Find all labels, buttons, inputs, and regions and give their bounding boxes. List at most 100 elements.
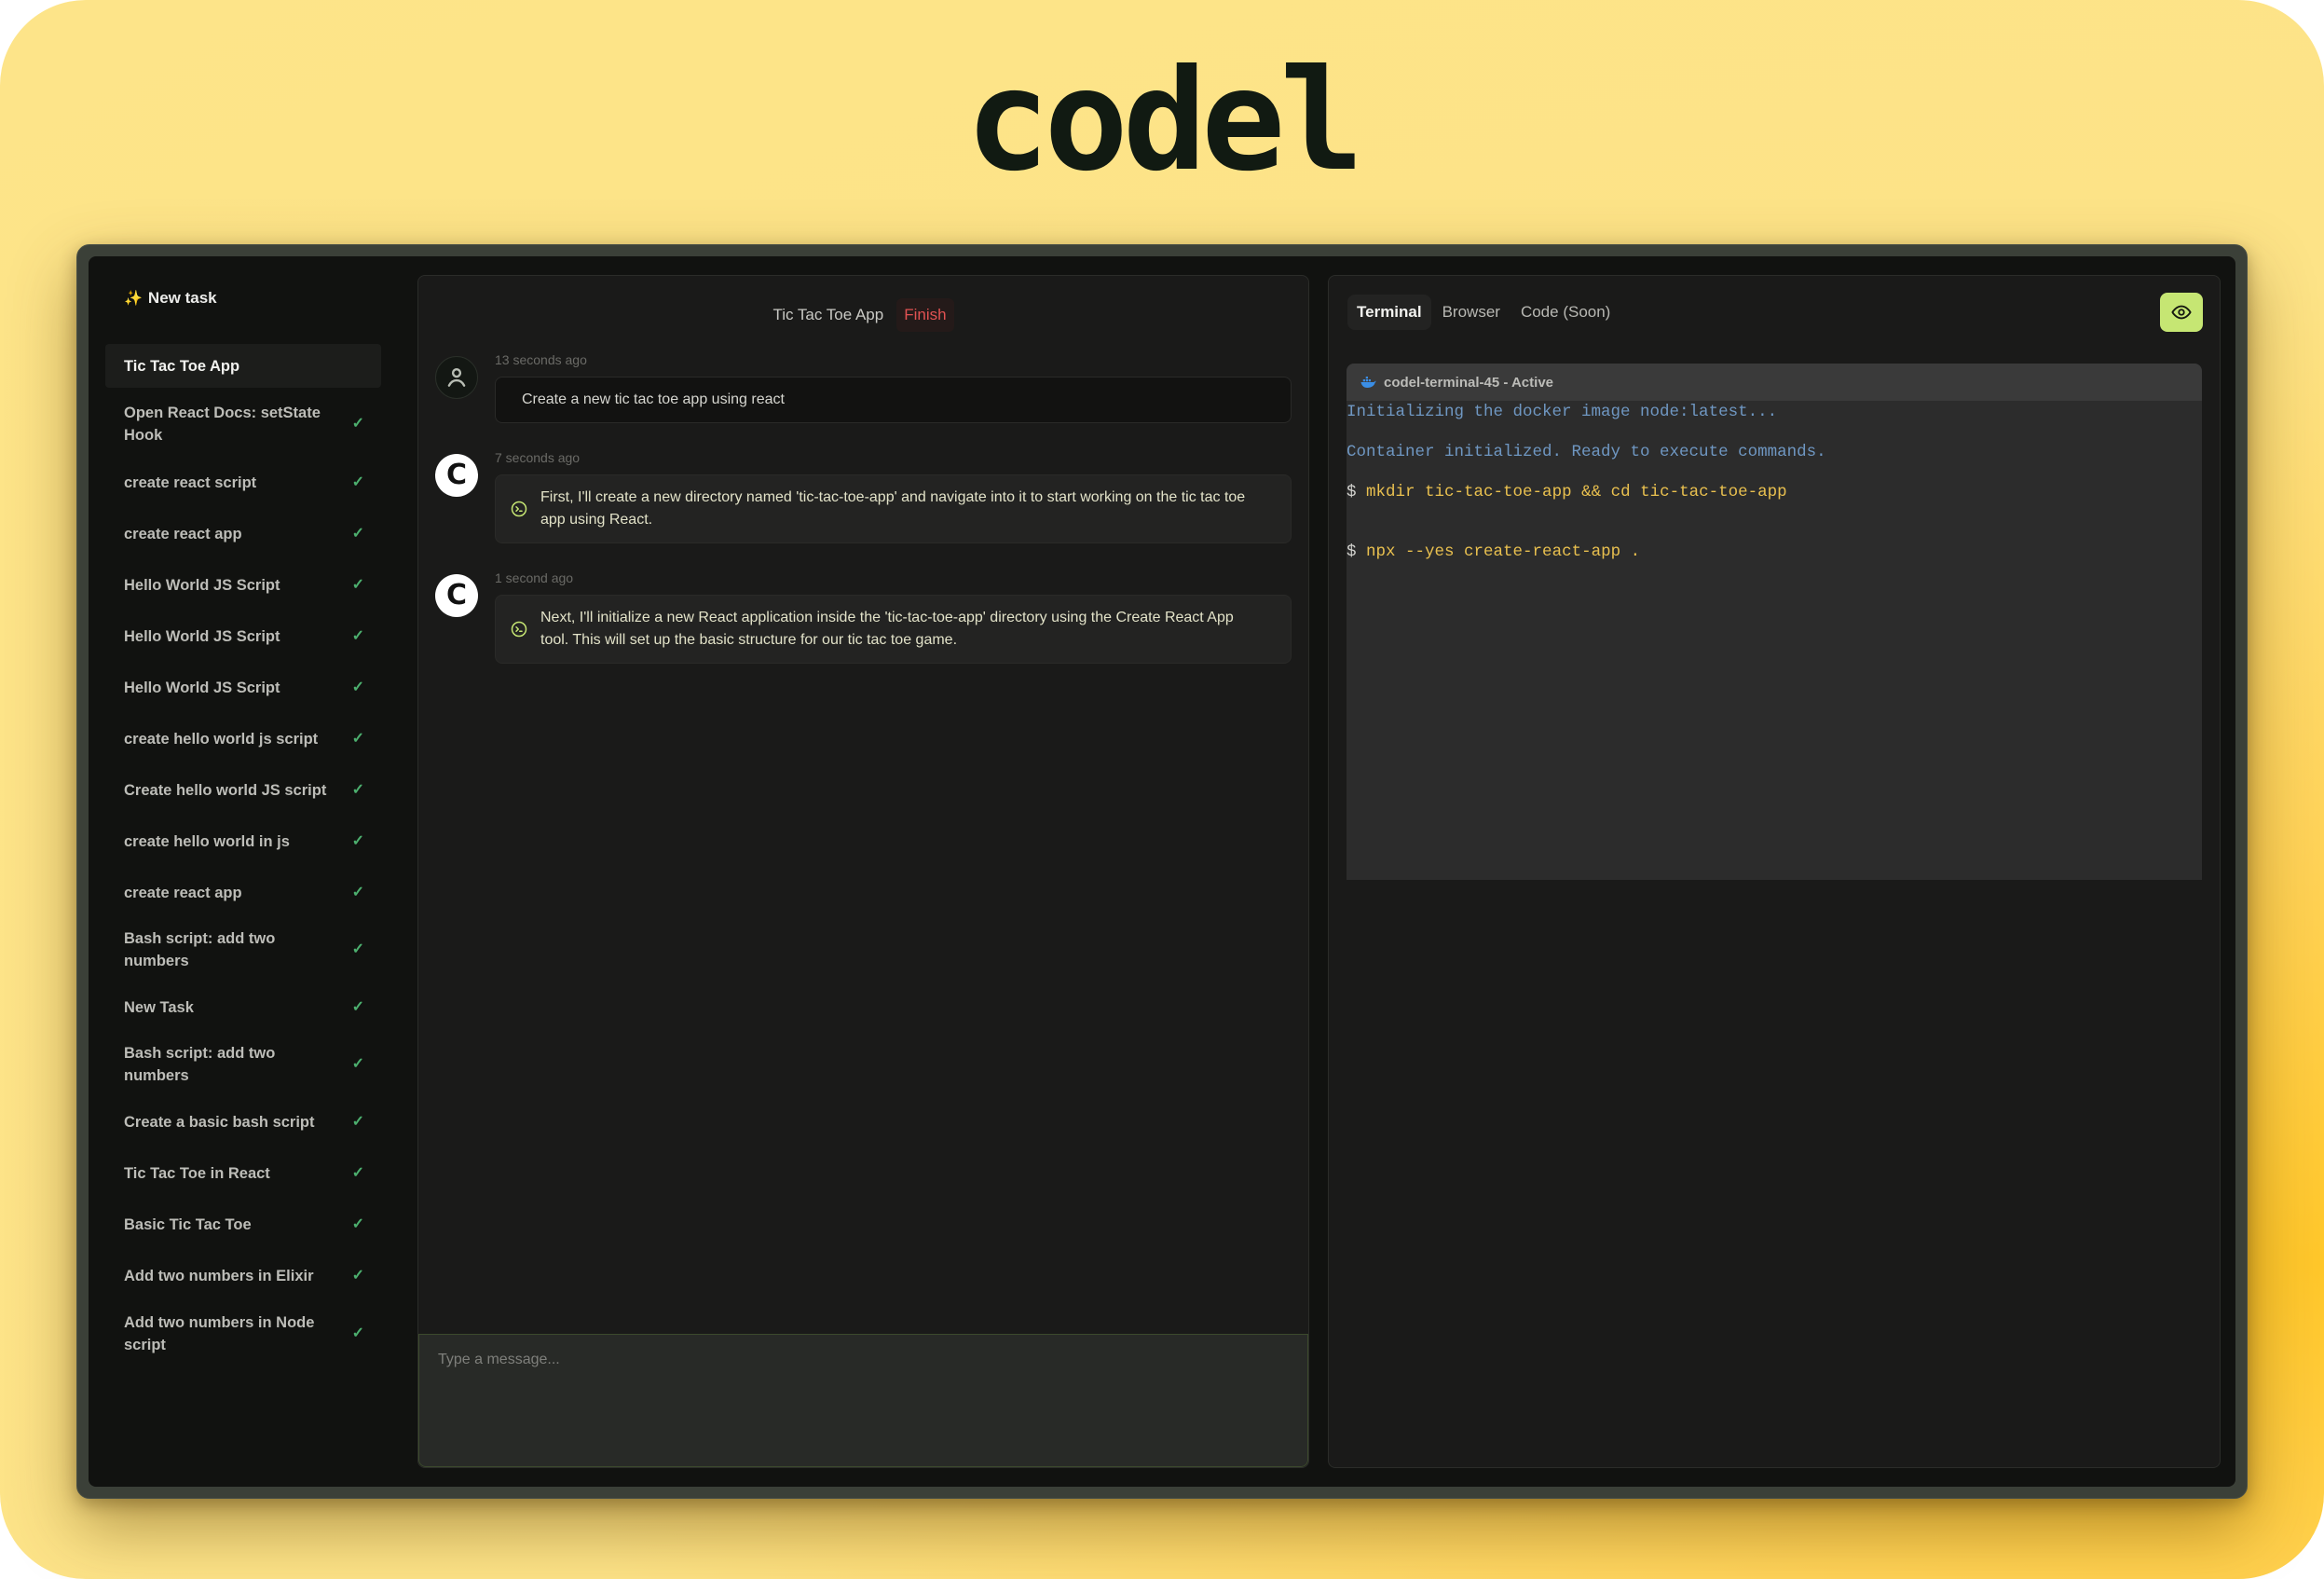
task-item[interactable]: Open React Docs: setState Hook ✓ <box>105 395 381 453</box>
check-icon: ✓ <box>351 998 364 1015</box>
task-label: create react app <box>124 525 242 542</box>
terminal[interactable]: codel-terminal-45 - Active Initializing … <box>1347 364 2202 880</box>
message-bubble: First, I'll create a new directory named… <box>495 474 1292 543</box>
terminal-line: Initializing the docker image node:lates… <box>1347 403 1778 421</box>
check-icon: ✓ <box>351 832 364 849</box>
task-item[interactable]: Bash script: add two numbers ✓ <box>105 922 381 978</box>
assistant-avatar: C <box>435 574 478 617</box>
message-bubble: Create a new tic tac toe app using react <box>495 377 1292 423</box>
task-label: Hello World JS Script <box>124 627 280 645</box>
check-icon: ✓ <box>351 1164 364 1181</box>
terminal-title: codel-terminal-45 - Active <box>1384 374 1553 391</box>
tab-browser[interactable]: Browser <box>1433 295 1510 330</box>
task-item[interactable]: Tic Tac Toe in React ✓ <box>105 1151 381 1195</box>
check-icon: ✓ <box>351 884 364 900</box>
check-icon: ✓ <box>351 474 364 490</box>
user-avatar <box>435 356 478 399</box>
check-icon: ✓ <box>351 525 364 542</box>
finish-button[interactable]: Finish <box>896 298 954 332</box>
chat-title: Tic Tac Toe App <box>772 306 884 323</box>
terminal-prompt: $ <box>1347 483 1357 501</box>
assistant-avatar-letter: C <box>445 579 468 611</box>
task-item[interactable]: Basic Tic Tac Toe ✓ <box>105 1202 381 1246</box>
message-text: Next, I'll initialize a new React applic… <box>540 610 1234 648</box>
terminal-command-line: $ npx --yes create-react-app . <box>1347 542 1640 561</box>
chat-panel: Tic Tac Toe App Finish 13 seconds ago Cr… <box>417 275 1309 1468</box>
task-label: New Task <box>124 998 194 1016</box>
check-icon: ✓ <box>351 1113 364 1130</box>
message-bubble: Next, I'll initialize a new React applic… <box>495 595 1292 664</box>
task-item[interactable]: create react app ✓ <box>105 512 381 556</box>
task-item[interactable]: Create a basic bash script ✓ <box>105 1100 381 1144</box>
docker-icon <box>1360 377 1376 388</box>
task-label: Create a basic bash script <box>124 1113 315 1131</box>
sparkles-icon: ✨ <box>124 291 143 307</box>
assistant-avatar-letter: C <box>445 459 468 491</box>
task-label: Hello World JS Script <box>124 679 280 696</box>
task-label: Add two numbers in Elixir <box>124 1267 314 1284</box>
check-icon: ✓ <box>351 1325 364 1341</box>
task-label: Hello World JS Script <box>124 576 280 594</box>
tab-code[interactable]: Code (Soon) <box>1511 295 1620 330</box>
message-input[interactable] <box>438 1352 1289 1449</box>
terminal-header: codel-terminal-45 - Active <box>1347 364 2202 401</box>
task-item[interactable]: Hello World JS Script ✓ <box>105 666 381 709</box>
check-icon: ✓ <box>351 1267 364 1284</box>
check-icon: ✓ <box>351 941 364 957</box>
task-item[interactable]: Hello World JS Script ✓ <box>105 614 381 658</box>
terminal-command: npx --yes create-react-app . <box>1366 542 1641 561</box>
eye-icon <box>2171 305 2192 320</box>
codel-logo: codel <box>965 40 1364 202</box>
task-item[interactable]: Bash script: add two numbers ✓ <box>105 1037 381 1092</box>
task-item[interactable]: create react app ✓ <box>105 871 381 914</box>
task-item[interactable]: Add two numbers in Elixir ✓ <box>105 1254 381 1298</box>
terminal-icon <box>511 621 527 638</box>
task-label: Create hello world JS script <box>124 781 327 799</box>
task-item[interactable]: create hello world in js ✓ <box>105 819 381 863</box>
check-icon: ✓ <box>351 416 364 432</box>
check-icon: ✓ <box>351 576 364 593</box>
tab-terminal[interactable]: Terminal <box>1347 295 1431 330</box>
check-icon: ✓ <box>351 627 364 644</box>
task-item-active[interactable]: Tic Tac Toe App <box>105 344 381 388</box>
task-item[interactable]: Add two numbers in Node script ✓ <box>105 1305 381 1363</box>
task-label: create hello world js script <box>124 730 319 748</box>
task-label: Tic Tac Toe in React <box>124 1164 270 1182</box>
task-label: Add two numbers in Node script <box>124 1314 315 1353</box>
tool-tabs: Terminal Browser Code (Soon) <box>1347 295 1620 330</box>
check-icon: ✓ <box>351 1056 364 1072</box>
assistant-avatar: C <box>435 454 478 497</box>
message-text: Create a new tic tac toe app using react <box>522 391 785 407</box>
task-label: Open React Docs: setState Hook <box>124 405 321 444</box>
check-icon: ✓ <box>351 781 364 798</box>
task-label: create hello world in js <box>124 832 290 850</box>
task-item[interactable]: Create hello world JS script ✓ <box>105 768 381 812</box>
check-icon: ✓ <box>351 679 364 695</box>
new-task-button[interactable]: ✨ New task <box>124 284 217 312</box>
message-timestamp: 13 seconds ago <box>495 352 587 367</box>
task-label: create react script <box>124 474 257 491</box>
tools-panel: Terminal Browser Code (Soon) codel-termi… <box>1328 275 2221 1468</box>
check-icon: ✓ <box>351 730 364 747</box>
task-item[interactable]: create react script ✓ <box>105 460 381 504</box>
terminal-icon <box>511 501 527 517</box>
check-icon: ✓ <box>351 1215 364 1232</box>
app-window: ✨ New task Tic Tac Toe App Open React Do… <box>76 244 2248 1499</box>
message-timestamp: 7 seconds ago <box>495 450 581 465</box>
task-label: Basic Tic Tac Toe <box>124 1215 252 1233</box>
app-screen: ✨ New task Tic Tac Toe App Open React Do… <box>89 256 2235 1487</box>
toggle-visibility-button[interactable] <box>2160 293 2203 332</box>
message-text: First, I'll create a new directory named… <box>540 489 1246 528</box>
task-item[interactable]: create hello world js script ✓ <box>105 717 381 761</box>
task-label: Bash script: add two numbers <box>124 930 276 969</box>
task-label: create react app <box>124 884 242 901</box>
user-icon <box>447 368 466 387</box>
chat-header: Tic Tac Toe App Finish <box>418 295 1308 336</box>
task-item[interactable]: Hello World JS Script ✓ <box>105 563 381 607</box>
task-item[interactable]: New Task ✓ <box>105 985 381 1029</box>
message-input-container <box>418 1334 1308 1467</box>
task-list: Tic Tac Toe App Open React Docs: setStat… <box>105 344 381 1370</box>
terminal-prompt: $ <box>1347 542 1357 561</box>
terminal-command-line: $ mkdir tic-tac-toe-app && cd tic-tac-to… <box>1347 483 1787 501</box>
sidebar: ✨ New task Tic Tac Toe App Open React Do… <box>89 256 411 1487</box>
